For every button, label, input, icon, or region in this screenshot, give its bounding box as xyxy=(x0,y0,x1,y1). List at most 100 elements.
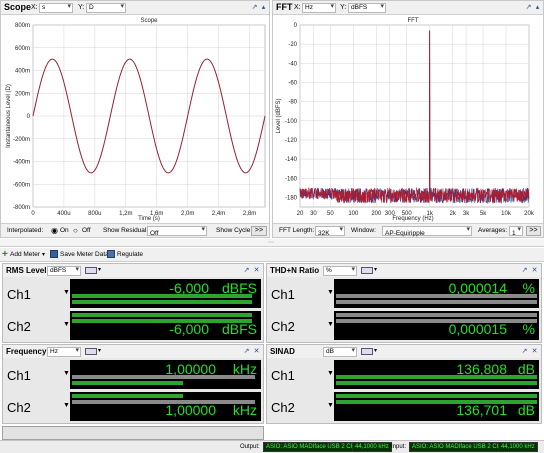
scope-x-unit-select[interactable]: s xyxy=(39,3,73,13)
x-tick-label: 3k xyxy=(463,211,470,217)
input-device[interactable]: ASIO: ASIO MADIface USB 2 Chs xyxy=(409,442,507,452)
y-tick-label: -40 xyxy=(288,61,297,67)
fft-length-select[interactable]: 32K xyxy=(315,226,345,237)
close-icon[interactable]: ✕ xyxy=(531,267,538,274)
meter-unit: % xyxy=(522,280,535,296)
meter-bar xyxy=(72,381,183,385)
detach-icon[interactable]: ↗ xyxy=(243,267,250,274)
collapse-icon[interactable]: ▴ xyxy=(534,4,541,11)
meter-header: SINAD dB ▾ ↗ ✕ xyxy=(267,345,541,358)
x-tick-label: 30 xyxy=(310,211,317,217)
panel-splitter[interactable]: ⋯ xyxy=(0,239,544,247)
detach-icon[interactable]: ↗ xyxy=(521,348,528,355)
y-tick-label: 0 xyxy=(294,23,298,29)
x-tick-label: 100 xyxy=(348,211,359,217)
scope-y-unit-select[interactable]: D xyxy=(86,3,126,13)
fft-panel: FFT X: Hz Y: dBFS ↗ ▴ FFT 0 -20 -40 -60 -80 -… xyxy=(272,0,544,238)
y-tick-label: -800m xyxy=(13,205,30,211)
detach-icon[interactable]: ↗ xyxy=(521,267,528,274)
channel-dropdown-icon[interactable]: ▼ xyxy=(327,370,334,377)
show-residual-select[interactable]: Off xyxy=(147,226,207,237)
meter-settings-icon[interactable] xyxy=(85,267,97,274)
close-icon[interactable]: ✕ xyxy=(531,348,538,355)
detach-icon[interactable]: ↗ xyxy=(243,348,250,355)
show-cycle-label[interactable]: Show Cycle xyxy=(216,227,250,234)
y-tick-label: -180 xyxy=(285,195,298,201)
fft-plot[interactable]: FFT 0 -20 -40 -60 -80 -100 -120 -140 -160 -180 20… xyxy=(273,15,543,223)
meter-display: 0,000014 % xyxy=(334,279,539,308)
scope-plot[interactable]: Scope 800m 600m 400m 200m 0 -200m -400m -600m -8… xyxy=(1,15,269,223)
x-tick-label: 10k xyxy=(501,211,512,217)
collapse-icon[interactable]: ▴ xyxy=(260,4,267,11)
channel-dropdown-icon[interactable]: ▼ xyxy=(63,370,70,377)
meter-settings-icon[interactable] xyxy=(361,348,373,355)
meter-arrow-icon[interactable]: ▾ xyxy=(98,347,101,354)
meter-value: -6,000 xyxy=(169,321,209,337)
interpolated-label: Interpolated: xyxy=(7,227,44,234)
y-tick-label: -20 xyxy=(288,42,297,48)
splitter-grip-icon: ⋯ xyxy=(268,240,274,246)
fft-y-label: Y: xyxy=(340,4,347,11)
meter-bar xyxy=(72,313,252,317)
meter-arrow-icon[interactable]: ▾ xyxy=(98,266,101,273)
meter-display: 1,00000 kHz xyxy=(70,392,261,421)
scope-x-axis-label: Time (s) xyxy=(138,216,160,222)
detach-icon[interactable]: ↗ xyxy=(251,4,258,11)
fft-x-unit-select[interactable]: Hz xyxy=(302,3,336,13)
channel-dropdown-icon[interactable]: ▼ xyxy=(63,402,70,409)
window-label: Window: xyxy=(351,227,376,234)
averages-input[interactable]: 1 xyxy=(509,226,523,237)
regulate-button[interactable]: Regulate xyxy=(117,251,143,258)
meter-title: RMS Level xyxy=(6,266,47,275)
regulate-icon[interactable] xyxy=(107,250,115,258)
save-meter-data-button[interactable]: Save Meter Data xyxy=(60,251,109,258)
fft-y-unit-select[interactable]: dBFS xyxy=(348,3,386,13)
save-icon[interactable] xyxy=(50,250,58,258)
output-device[interactable]: ASIO: ASIO MADIface USB 2 Chs xyxy=(263,442,361,452)
rms-level-meter: RMS Level dBFS ▾ ↗ ✕ Ch1 ▼ -6,000 dBFS C… xyxy=(2,263,264,343)
channel-dropdown-icon[interactable]: ▼ xyxy=(327,321,334,328)
interpolated-off-radio[interactable]: ○ xyxy=(73,226,78,235)
x-tick-label: 200 xyxy=(371,211,382,217)
meter-settings-icon[interactable] xyxy=(85,348,97,355)
meter-unit-select[interactable]: dB xyxy=(323,347,357,357)
channel-dropdown-icon[interactable]: ▼ xyxy=(327,402,334,409)
add-meter-icon[interactable]: + xyxy=(2,249,8,260)
meter-unit-select[interactable]: Hz xyxy=(47,347,81,357)
interpolated-on-radio[interactable]: ◉ xyxy=(51,226,58,235)
meter-display: -6,000 dBFS xyxy=(70,279,261,308)
scope-title: Scope xyxy=(4,2,32,12)
x-tick-label: 0 xyxy=(31,211,35,217)
y-tick-label: -600m xyxy=(13,182,30,188)
x-tick-label: 1,2m xyxy=(119,211,132,217)
input-rate[interactable]: 44,1000 kHz xyxy=(498,442,538,452)
meter-title: Frequency xyxy=(6,347,47,356)
meter-unit-select[interactable]: dBFS xyxy=(47,266,81,276)
meter-unit-select[interactable]: % xyxy=(323,266,357,276)
meter-unit: dB xyxy=(517,402,535,418)
x-tick-label: 20k xyxy=(524,211,535,217)
meter-display: 136,701 dB xyxy=(334,392,539,421)
window-select[interactable]: AP-Equiripple xyxy=(382,226,472,237)
meter-bar xyxy=(336,313,537,317)
meter-bar xyxy=(336,394,537,398)
add-meter-button[interactable]: Add Meter xyxy=(10,251,40,258)
close-icon[interactable]: ✕ xyxy=(253,267,260,274)
meter-arrow-icon[interactable]: ▾ xyxy=(374,347,377,354)
output-rate[interactable]: 44,1000 kHz xyxy=(352,442,392,452)
meter-header: THD+N Ratio % ▾ ↗ ✕ xyxy=(267,264,541,277)
meter-settings-icon[interactable] xyxy=(361,267,373,274)
fft-more-button[interactable]: >> xyxy=(526,226,541,236)
scope-more-button[interactable]: >> xyxy=(251,226,267,236)
close-icon[interactable]: ✕ xyxy=(253,348,260,355)
add-meter-dropdown-icon[interactable]: ▾ xyxy=(42,251,45,258)
channel-dropdown-icon[interactable]: ▼ xyxy=(327,289,334,296)
channel-dropdown-icon[interactable]: ▼ xyxy=(63,289,70,296)
meter-row: Ch2 ▼ -6,000 dBFS xyxy=(3,310,263,341)
x-tick-label: 20 xyxy=(297,211,304,217)
meter-arrow-icon[interactable]: ▾ xyxy=(374,266,377,273)
channel-dropdown-icon[interactable]: ▼ xyxy=(63,321,70,328)
meter-value: -6,000 xyxy=(169,280,209,296)
scope-panel: Scope X: s Y: D ↗ ▴ Scope 800m 600m 400m 20… xyxy=(0,0,270,238)
detach-icon[interactable]: ↗ xyxy=(525,4,532,11)
